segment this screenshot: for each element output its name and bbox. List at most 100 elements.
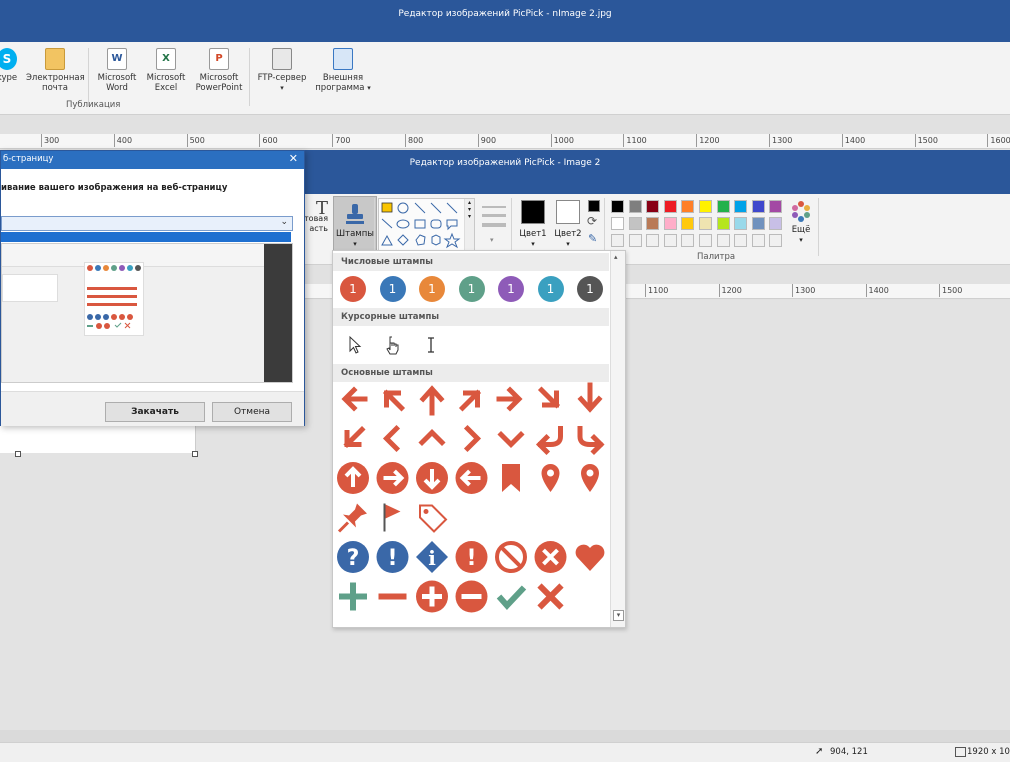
circle-arrow-right-icon[interactable] <box>376 462 409 494</box>
color1-button[interactable]: Цвет1 ▾ <box>518 200 548 249</box>
palette-swatch[interactable] <box>734 234 748 247</box>
cancel-button[interactable]: Отмена <box>212 402 292 422</box>
palette-swatch[interactable] <box>628 234 642 247</box>
palette-swatch[interactable] <box>681 200 695 213</box>
close-icon[interactable]: ✕ <box>289 152 298 165</box>
palette-swatch[interactable] <box>769 200 783 213</box>
heart-icon[interactable] <box>575 544 605 571</box>
bookmark-icon[interactable] <box>502 464 520 492</box>
close-circle-icon[interactable] <box>534 541 567 573</box>
palette-swatch[interactable] <box>611 217 624 230</box>
default-colors-icon[interactable] <box>588 200 600 212</box>
palette-swatch[interactable] <box>716 234 730 247</box>
hand-cursor-icon[interactable] <box>384 335 402 355</box>
color2-button[interactable]: Цвет2 ▾ <box>553 200 583 249</box>
palette-swatch[interactable] <box>646 200 660 213</box>
more-colors-button[interactable]: Ещё ▾ <box>788 200 814 245</box>
arrow-right-icon[interactable] <box>496 386 523 412</box>
chevron-left-icon[interactable] <box>382 424 401 453</box>
arrow-left-icon[interactable] <box>341 386 368 412</box>
return-right-icon[interactable] <box>577 426 605 456</box>
shapes-gallery[interactable]: ▴ ▾ ▾ <box>378 198 475 252</box>
stamps-button[interactable]: Штампы ▾ <box>333 196 377 252</box>
powerpoint-button[interactable]: P Microsoft PowerPoint <box>190 48 248 93</box>
resize-handle[interactable] <box>15 451 21 457</box>
arrow-down-left-icon[interactable] <box>343 425 366 449</box>
forbidden-icon[interactable] <box>495 541 527 573</box>
gallery-scrollbar[interactable]: ▴ ▾ ▾ <box>464 199 474 251</box>
chevron-down-icon[interactable] <box>497 430 525 449</box>
upload-button[interactable]: Закачать <box>105 402 205 422</box>
palette-swatch[interactable] <box>611 234 624 247</box>
numeric-stamp[interactable]: 1 <box>419 276 445 302</box>
map-pin-icon[interactable] <box>541 464 560 492</box>
plus-circle-icon[interactable] <box>416 580 448 613</box>
chevron-up-icon[interactable] <box>418 428 446 447</box>
palette-swatch[interactable] <box>734 200 748 213</box>
palette-swatch[interactable] <box>769 234 783 247</box>
line-style-button[interactable] <box>480 200 508 246</box>
palette-swatch[interactable] <box>611 200 624 213</box>
external-program-button[interactable]: Внешняя программа ▾ <box>312 48 374 93</box>
numeric-stamp[interactable]: 1 <box>379 276 406 302</box>
plus-icon[interactable] <box>339 582 367 611</box>
chevron-right-icon[interactable] <box>463 424 482 453</box>
numeric-stamp[interactable]: 1 <box>498 276 524 302</box>
numeric-stamp[interactable]: 1 <box>458 276 485 302</box>
palette-swatch[interactable] <box>751 234 765 247</box>
numeric-stamp[interactable]: 1 <box>577 276 603 302</box>
palette-swatch[interactable] <box>663 200 677 213</box>
scroll-up-icon[interactable]: ▴ <box>614 253 618 261</box>
palette-swatch[interactable] <box>751 217 765 230</box>
stamps-panel-scrollbar[interactable]: ▴ ▾ <box>610 251 625 627</box>
palette-swatch[interactable] <box>734 217 748 230</box>
excel-button[interactable]: X Microsoft Excel <box>137 48 195 93</box>
arrow-down-right-icon[interactable] <box>537 386 561 409</box>
arrow-up-icon[interactable] <box>419 385 445 416</box>
palette-swatch[interactable] <box>681 217 695 230</box>
pushpin-icon[interactable] <box>337 503 367 533</box>
exclamation-red-icon[interactable]: ! <box>455 541 488 573</box>
palette-swatch[interactable] <box>663 234 677 247</box>
eyedropper-icon[interactable]: ✎ <box>588 232 597 245</box>
ftp-button[interactable]: FTP-сервер ▾ <box>253 48 311 93</box>
palette-swatch[interactable] <box>716 200 730 213</box>
email-button[interactable]: Электронная почта <box>26 48 85 93</box>
info-diamond-icon[interactable]: i <box>416 541 448 573</box>
horizontal-scrollbar[interactable] <box>0 730 1010 742</box>
numeric-stamp[interactable]: 1 <box>340 276 366 302</box>
minus-circle-icon[interactable] <box>455 580 488 613</box>
palette-swatch[interactable] <box>628 217 642 230</box>
resize-handle[interactable] <box>192 451 198 457</box>
cross-icon[interactable] <box>537 583 564 610</box>
arrow-cursor-icon[interactable] <box>347 335 363 355</box>
scroll-down-icon[interactable]: ▾ <box>613 610 624 621</box>
circle-arrow-up-icon[interactable] <box>337 462 369 494</box>
circle-arrow-down-icon[interactable] <box>416 462 448 494</box>
arrow-up-left-icon[interactable] <box>382 389 406 412</box>
swap-colors-icon[interactable]: ⟳ <box>587 214 597 228</box>
palette-swatch[interactable] <box>699 217 712 230</box>
text-cursor-icon[interactable] <box>426 337 436 353</box>
palette-swatch[interactable] <box>699 200 712 213</box>
dialog-dropdown[interactable]: ⌄ <box>1 216 293 231</box>
circle-arrow-left-icon[interactable] <box>455 462 488 494</box>
palette-swatch[interactable] <box>628 200 642 213</box>
palette-swatch[interactable] <box>646 217 660 230</box>
palette-swatch[interactable] <box>751 200 765 213</box>
numeric-stamp[interactable]: 1 <box>537 276 564 302</box>
map-pin-icon[interactable] <box>581 464 599 492</box>
flag-icon[interactable] <box>383 503 401 532</box>
tag-icon[interactable] <box>419 504 448 533</box>
palette-swatch[interactable] <box>716 217 730 230</box>
exclamation-icon[interactable]: ! <box>376 541 409 573</box>
checkmark-icon[interactable] <box>496 585 527 610</box>
palette-swatch[interactable] <box>699 234 712 247</box>
return-left-icon[interactable] <box>535 426 563 456</box>
arrow-up-right-icon[interactable] <box>458 389 482 412</box>
palette-swatch[interactable] <box>681 234 695 247</box>
palette-swatch[interactable] <box>663 217 677 230</box>
palette-swatch[interactable] <box>769 217 783 230</box>
question-icon[interactable]: ? <box>337 541 369 573</box>
palette-swatch[interactable] <box>646 234 660 247</box>
